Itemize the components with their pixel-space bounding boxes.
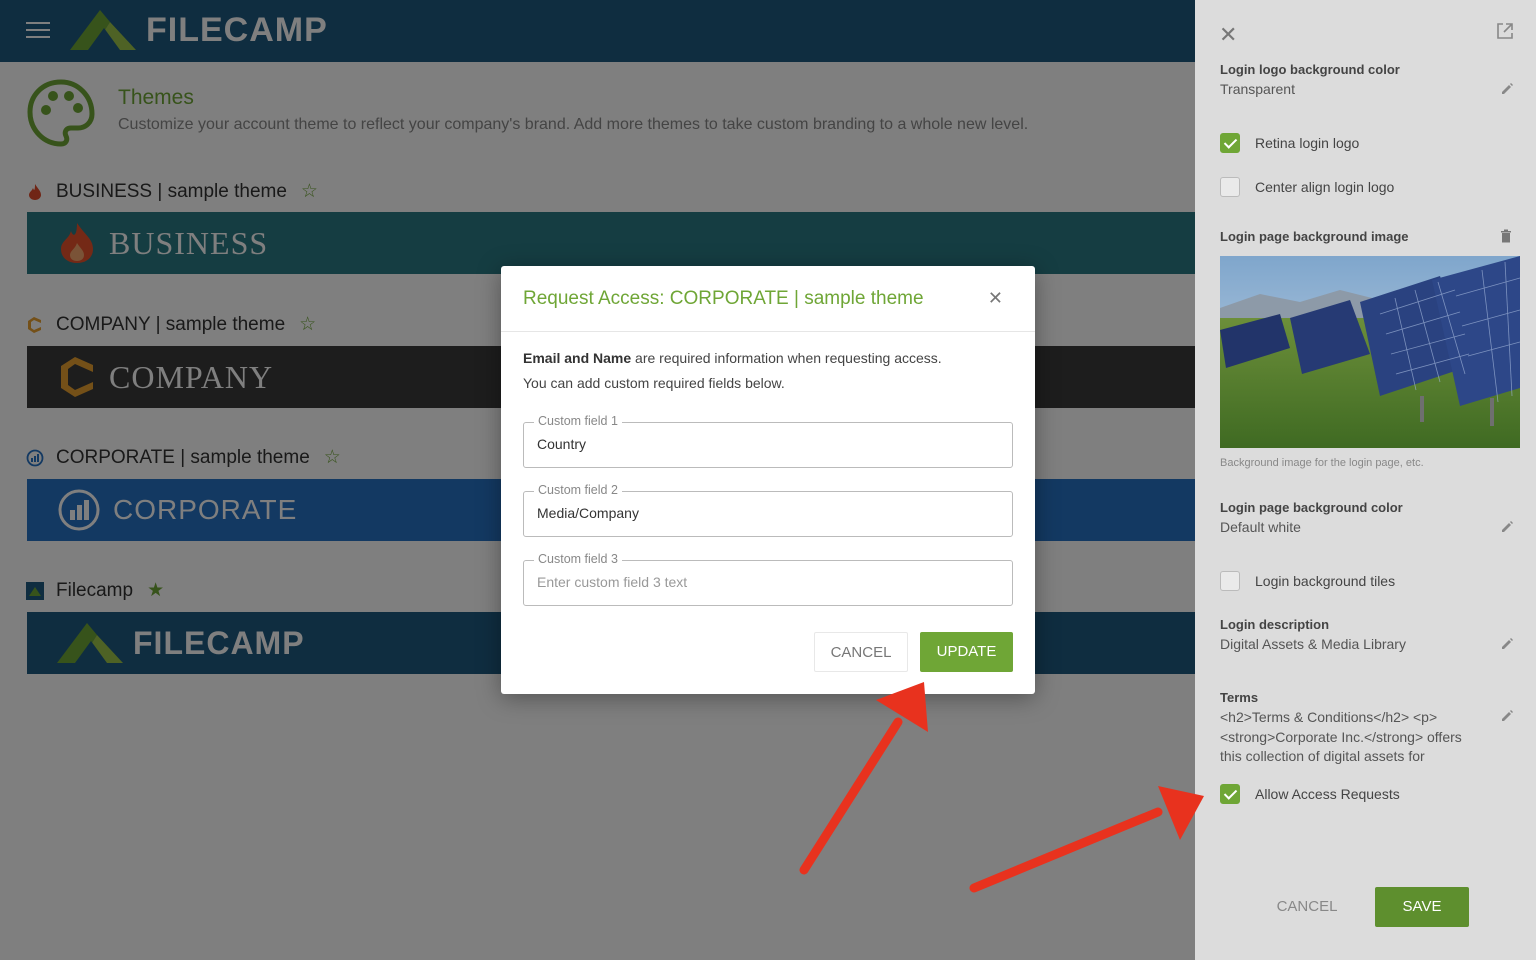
allow-access-requests-label: Allow Access Requests (1255, 786, 1400, 802)
bg-color-value: Default white (1220, 519, 1301, 535)
retina-login-logo-label: Retina login logo (1255, 135, 1360, 151)
bg-tiles-checkbox[interactable] (1220, 571, 1240, 591)
theme-settings-panel: ✕ Login logo background color Transparen… (1195, 0, 1536, 960)
bg-image-caption: Background image for the login page, etc… (1220, 457, 1424, 469)
custom-field-2: Custom field 2 (523, 483, 1013, 537)
allow-access-requests-checkbox[interactable] (1220, 784, 1240, 804)
login-description-label: Login description (1220, 617, 1330, 632)
custom-field-3-label: Custom field 3 (534, 552, 622, 566)
custom-field-1-input[interactable] (537, 436, 997, 452)
dialog-info: Email and Name are required information … (523, 346, 942, 395)
logo-bg-color-value: Transparent (1220, 81, 1295, 97)
open-external-icon[interactable] (1496, 22, 1514, 40)
pencil-icon[interactable] (1500, 637, 1514, 651)
dialog-cancel-button[interactable]: CANCEL (814, 632, 908, 672)
custom-field-1-label: Custom field 1 (534, 414, 622, 428)
terms-value: <h2>Terms & Conditions</h2> <p> <strong>… (1220, 709, 1462, 764)
terms-label: Terms (1220, 690, 1259, 705)
request-access-dialog: Request Access: CORPORATE | sample theme… (501, 266, 1035, 694)
info-bold: Email and Name (523, 350, 632, 366)
dialog-title: Request Access: CORPORATE | sample theme (523, 288, 924, 309)
center-align-logo-checkbox[interactable] (1220, 177, 1240, 197)
custom-field-1: Custom field 1 (523, 414, 1013, 468)
retina-login-logo-checkbox[interactable] (1220, 133, 1240, 153)
dialog-divider (501, 331, 1035, 332)
bg-color-label: Login page background color (1220, 500, 1403, 515)
close-icon[interactable]: ✕ (988, 288, 1003, 309)
custom-field-3-input[interactable] (537, 574, 997, 590)
dialog-update-button[interactable]: UPDATE (920, 632, 1013, 672)
pencil-icon[interactable] (1500, 709, 1514, 723)
bg-tiles-label: Login background tiles (1255, 573, 1396, 589)
login-description-value: Digital Assets & Media Library (1220, 636, 1406, 652)
center-align-logo-label: Center align login logo (1255, 179, 1395, 195)
info-rest: are required information when requesting… (631, 350, 942, 366)
pencil-icon[interactable] (1500, 82, 1514, 96)
close-icon[interactable]: ✕ (1219, 22, 1237, 48)
custom-field-2-input[interactable] (537, 505, 997, 521)
logo-bg-color-label: Login logo background color (1220, 62, 1400, 77)
panel-save-button[interactable]: SAVE (1375, 887, 1469, 927)
trash-icon[interactable] (1500, 229, 1512, 243)
bg-image-label: Login page background image (1220, 229, 1409, 244)
panel-cancel-button[interactable]: CANCEL (1255, 887, 1359, 927)
pencil-icon[interactable] (1500, 520, 1514, 534)
info-line2: You can add custom required fields below… (523, 374, 785, 391)
login-background-image[interactable] (1220, 256, 1520, 448)
custom-field-3: Custom field 3 (523, 552, 1013, 606)
custom-field-2-label: Custom field 2 (534, 483, 622, 497)
solar-panels-image (1220, 256, 1520, 448)
